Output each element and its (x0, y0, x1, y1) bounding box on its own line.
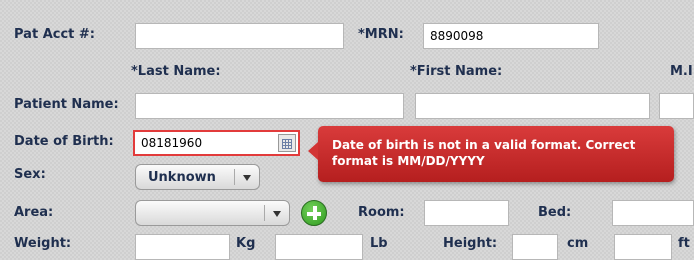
last-name-label: *Last Name: (131, 64, 221, 79)
room-input[interactable] (424, 200, 509, 226)
height-label: Height: (443, 236, 498, 251)
mrn-label: *MRN: (358, 27, 404, 42)
kg-unit-label: Kg (236, 236, 256, 251)
chevron-down-icon (243, 175, 251, 181)
pat-acct-input[interactable] (135, 23, 344, 49)
weight-kg-input[interactable] (135, 234, 230, 260)
bed-input[interactable] (612, 200, 694, 226)
sex-select[interactable]: Unknown (135, 164, 260, 190)
dob-label: Date of Birth: (14, 134, 114, 149)
pat-acct-label: Pat Acct #: (14, 27, 95, 42)
dob-error-message: Date of birth is not in a valid format. … (332, 138, 636, 168)
calendar-icon[interactable] (278, 134, 296, 152)
sex-select-value: Unknown (148, 170, 216, 185)
dob-input[interactable] (133, 130, 300, 156)
ft-unit-label: ft (678, 236, 690, 251)
weight-lb-input[interactable] (275, 234, 363, 260)
add-area-icon[interactable] (301, 200, 327, 226)
area-select-divider (264, 205, 265, 221)
last-name-input[interactable] (135, 93, 404, 119)
sex-label: Sex: (14, 167, 46, 182)
dob-error-tooltip: Date of birth is not in a valid format. … (308, 126, 674, 182)
height-cm-input[interactable] (512, 234, 558, 260)
area-label: Area: (14, 205, 54, 220)
sex-select-divider (234, 169, 235, 185)
cm-unit-label: cm (567, 236, 589, 251)
area-select[interactable] (135, 200, 290, 226)
mrn-input[interactable] (423, 23, 599, 49)
patient-name-label: Patient Name: (14, 97, 119, 112)
middle-initial-input[interactable] (659, 93, 694, 119)
lb-unit-label: Lb (370, 236, 388, 251)
chevron-down-icon (273, 211, 281, 217)
room-label: Room: (358, 205, 405, 220)
bed-label: Bed: (538, 205, 572, 220)
height-ft-input[interactable] (614, 234, 672, 260)
first-name-label: *First Name: (410, 64, 503, 79)
middle-initial-label: M.I (670, 64, 693, 79)
first-name-input[interactable] (415, 93, 650, 119)
weight-label: Weight: (14, 236, 72, 251)
